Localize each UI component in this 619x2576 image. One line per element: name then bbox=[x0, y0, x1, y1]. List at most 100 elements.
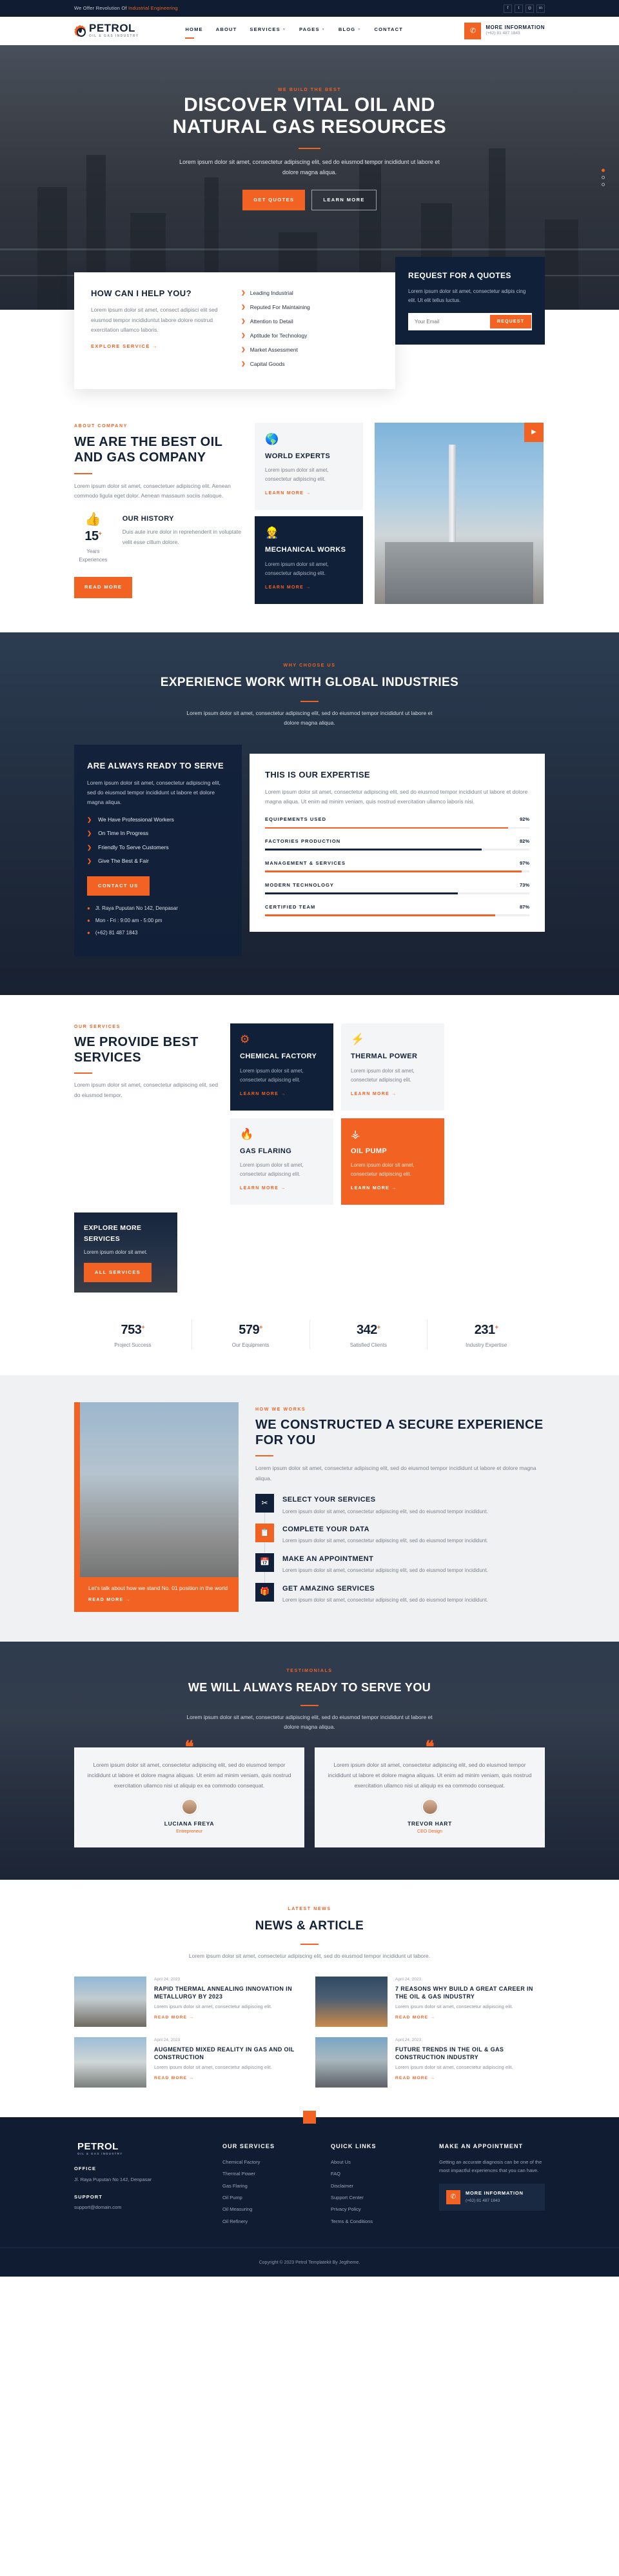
list-item[interactable]: Support Center bbox=[331, 2194, 427, 2202]
news-eyebrow: Latest News bbox=[288, 1906, 331, 1911]
news-post[interactable]: April 24, 2023 7 Reasons Why Build A Gre… bbox=[315, 1977, 545, 2028]
counter-number: 231+ bbox=[474, 1323, 498, 1338]
nav-label: About bbox=[215, 26, 237, 33]
learn-more-button[interactable]: Learn More bbox=[311, 189, 377, 210]
list-item[interactable]: ❯ Market Assessment bbox=[241, 345, 378, 354]
linkedin-icon[interactable]: in bbox=[536, 4, 545, 13]
skill-bar-track bbox=[265, 914, 529, 916]
learn-more-link[interactable]: Learn More → bbox=[265, 490, 311, 498]
service-card-chemical-factory[interactable]: ⚙ Chemical Factory Lorem ipsum dolor sit… bbox=[230, 1023, 333, 1111]
testimonials-section: Testimonials We Will Always Ready To Ser… bbox=[0, 1642, 619, 1880]
testimonial-quote: Lorem ipsum dolor sit amet, consectetur … bbox=[328, 1762, 532, 1789]
list-item[interactable]: ❯ Aptitude for Technology bbox=[241, 331, 378, 340]
years-caption: Years Experiences bbox=[79, 548, 108, 563]
counter-caption: Project Success bbox=[114, 1342, 152, 1349]
slider-dot-3[interactable] bbox=[602, 183, 605, 186]
site-logo[interactable]: PETROL OIL & GAS INDUSTRY bbox=[74, 23, 139, 39]
email-field[interactable] bbox=[410, 314, 490, 328]
list-item[interactable]: Gas Flaring bbox=[222, 2182, 319, 2190]
explore-service-link[interactable]: Explore Service → bbox=[91, 343, 158, 350]
skill-label: Equipements Used bbox=[265, 816, 327, 823]
list-item[interactable]: Oil Refinery bbox=[222, 2218, 319, 2226]
list-item[interactable]: About Us bbox=[331, 2158, 427, 2166]
nav-item-home[interactable]: Home bbox=[185, 26, 203, 39]
learn-more-link[interactable]: Learn More → bbox=[240, 1091, 286, 1098]
request-button[interactable]: Request bbox=[490, 314, 532, 328]
nav-item-contact[interactable]: Contact bbox=[374, 26, 403, 35]
nav-label: Home bbox=[185, 26, 203, 33]
counter-satisfied-clients: 342+ Satisfied Clients bbox=[310, 1320, 428, 1350]
list-item[interactable]: Privacy Policy bbox=[331, 2206, 427, 2213]
twitter-icon[interactable]: t bbox=[515, 4, 523, 13]
nav-item-about[interactable]: About bbox=[216, 26, 237, 35]
list-item[interactable]: ❯ Reputed For Maintaining bbox=[241, 303, 378, 312]
globe-icon: 🌎 bbox=[265, 433, 279, 446]
skill-label: Factories Production bbox=[265, 838, 341, 845]
list-item[interactable]: Thermal Power bbox=[222, 2170, 319, 2178]
skill-row: Management & Services 97% bbox=[265, 860, 529, 872]
list-item[interactable]: Oil Pump bbox=[222, 2194, 319, 2202]
quote-paragraph: Lorem ipsum dolor sit amet, consectetur … bbox=[408, 288, 526, 303]
play-video-button[interactable]: ▶ bbox=[524, 423, 544, 443]
list-item[interactable]: Terms & Conditions bbox=[331, 2218, 427, 2226]
service-card-thermal-power[interactable]: ⚡ Thermal Power Lorem ipsum dolor sit am… bbox=[341, 1023, 444, 1111]
ready-text: Lorem ipsum dolor sit amet, consectetur … bbox=[87, 779, 221, 806]
footer-accent-mark bbox=[303, 2111, 316, 2124]
footer-logo[interactable]: PETROL OIL & GAS INDUSTRY bbox=[74, 2142, 211, 2156]
list-item[interactable]: FAQ bbox=[331, 2170, 427, 2178]
works-image: Let's talk about how we stand No. 01 pos… bbox=[74, 1402, 239, 1613]
nav-item-pages[interactable]: Pages ▼ bbox=[299, 26, 326, 35]
list-item[interactable]: Chemical Factory bbox=[222, 2158, 319, 2166]
header-cta-phone: (+62) 81 487 1843 bbox=[486, 31, 520, 36]
news-post[interactable]: April 24, 2023 Rapid Thermal Annealing I… bbox=[74, 1977, 304, 2028]
news-post[interactable]: April 24, 2023 Future Trends In The Oil … bbox=[315, 2037, 545, 2088]
about-read-more-button[interactable]: Read More bbox=[74, 577, 133, 598]
service-text: Lorem ipsum dolor sit amet, consectetur … bbox=[351, 1067, 415, 1083]
chevron-right-icon: ❯ bbox=[241, 332, 246, 339]
why-paragraph: Lorem ipsum dolor sit amet, consectetur … bbox=[186, 709, 433, 726]
read-more-link[interactable]: Read More → bbox=[395, 2075, 435, 2082]
get-quotes-button[interactable]: Get Quotes bbox=[242, 189, 306, 210]
slider-dot-1[interactable] bbox=[602, 168, 605, 172]
learn-more-link[interactable]: Learn More → bbox=[351, 1185, 397, 1192]
calendar-icon: 📅 bbox=[255, 1553, 274, 1572]
list-item[interactable]: ❯ Capital Goods bbox=[241, 359, 378, 368]
about-card-mechanical-works[interactable]: 👷 Mechanical Works Lorem ipsum dolor sit… bbox=[255, 516, 363, 604]
nav-item-services[interactable]: Services ▼ bbox=[250, 26, 286, 35]
slider-dot-2[interactable] bbox=[602, 176, 605, 179]
footer-contact-cta[interactable]: ✆ More Information (+62) 81 487 1843 bbox=[439, 2184, 545, 2211]
list-item[interactable]: Oil Measuring bbox=[222, 2206, 319, 2213]
header-contact-cta[interactable]: ✆ More Information (+62) 81 487 1843 bbox=[464, 23, 545, 39]
instagram-icon[interactable]: ◎ bbox=[526, 4, 534, 13]
news-post[interactable]: April 24, 2023 Augmented Mixed Reality I… bbox=[74, 2037, 304, 2088]
works-caption-link[interactable]: Read More → bbox=[88, 1596, 131, 1604]
nav-item-blog[interactable]: Blog ▼ bbox=[339, 26, 362, 35]
ready-to-serve-card: Are Always Ready To Serve Lorem ipsum do… bbox=[74, 745, 242, 957]
list-item[interactable]: Disclaimer bbox=[331, 2182, 427, 2190]
service-card-oil-pump[interactable]: ⚶ Oil Pump Lorem ipsum dolor sit amet, c… bbox=[341, 1118, 444, 1205]
list-item[interactable]: ❯ Leading Industrial bbox=[241, 288, 378, 297]
service-card-gas-flaring[interactable]: 🔥 Gas Flaring Lorem ipsum dolor sit amet… bbox=[230, 1118, 333, 1205]
footer-office-text: Jl. Raya Puputan No 142, Denpasar bbox=[74, 2176, 152, 2182]
read-more-link[interactable]: Read More → bbox=[395, 2015, 435, 2022]
news-date: April 24, 2023 bbox=[395, 1977, 422, 1982]
service-text: Lorem ipsum dolor sit amet, consectetur … bbox=[240, 1067, 304, 1083]
about-card-world-experts[interactable]: 🌎 World Experts Lorem ipsum dolor sit am… bbox=[255, 423, 363, 510]
skill-value: 87% bbox=[519, 903, 529, 910]
read-more-link[interactable]: Read More → bbox=[154, 2075, 194, 2082]
hero-slider-dots[interactable] bbox=[602, 165, 605, 190]
chevron-right-icon: ❯ bbox=[241, 318, 246, 325]
facebook-icon[interactable]: f bbox=[504, 4, 512, 13]
counter-number: 342+ bbox=[357, 1323, 380, 1338]
hero-title-line2: Natural Gas Resources bbox=[172, 116, 447, 138]
contact-us-button[interactable]: Contact Us bbox=[87, 876, 150, 896]
read-more-link[interactable]: Read More → bbox=[154, 2015, 194, 2022]
skill-bar-fill bbox=[265, 914, 495, 916]
list-item[interactable]: ❯ Attention to Detail bbox=[241, 317, 378, 326]
all-services-button[interactable]: All Services bbox=[84, 1262, 152, 1283]
learn-more-link[interactable]: Learn More → bbox=[240, 1185, 286, 1192]
logo-tagline: OIL & GAS INDUSTRY bbox=[89, 34, 139, 39]
learn-more-link[interactable]: Learn More → bbox=[351, 1091, 397, 1098]
learn-more-link[interactable]: Learn More → bbox=[265, 584, 311, 592]
copyright-text: Copyright © 2023 Petrol Templatekit By J… bbox=[259, 2260, 360, 2266]
